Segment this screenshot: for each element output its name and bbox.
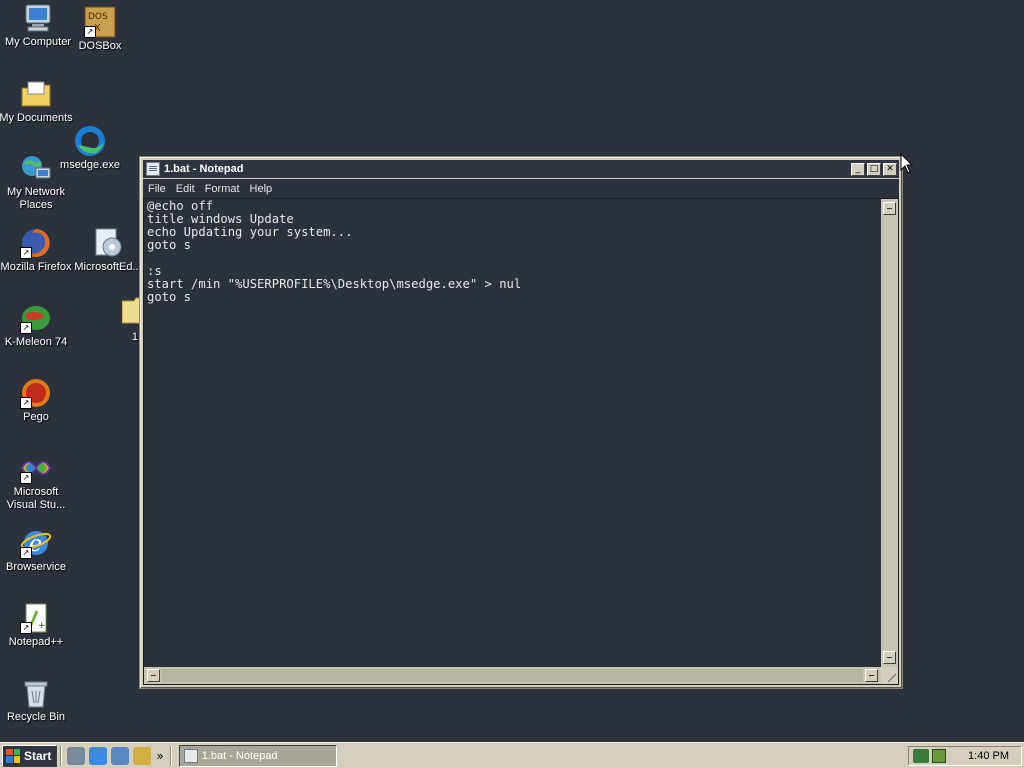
shortcut-arrow-icon: ↗ xyxy=(20,322,32,334)
microsoft-edge-setup-icon xyxy=(92,227,124,259)
resize-grip-icon[interactable] xyxy=(881,667,898,684)
close-button[interactable]: ✕ xyxy=(883,162,897,176)
my-computer-icon xyxy=(22,2,54,34)
recycle-bin-icon xyxy=(20,677,52,709)
dosbox-icon: DOS X ↗ xyxy=(84,6,116,38)
windows-logo-icon xyxy=(6,748,20,763)
window-titlebar[interactable]: 1.bat - Notepad _ □ ✕ xyxy=(143,160,899,178)
menu-edit[interactable]: Edit xyxy=(171,183,200,195)
taskbar-separator xyxy=(169,745,172,766)
taskbar: Start » 1.bat - Notepad 1:40 PM xyxy=(0,742,1024,768)
notepad-icon xyxy=(146,162,160,176)
desktop-icon-recycle-bin[interactable]: Recycle Bin xyxy=(0,677,74,724)
desktop-icon-notepad-plus-plus[interactable]: ++ ↗ Notepad++ xyxy=(0,602,74,649)
tray-app-icon[interactable] xyxy=(932,748,946,763)
menu-file[interactable]: File xyxy=(143,183,171,195)
horizontal-scroll-thumb[interactable] xyxy=(162,669,863,682)
quicklaunch-explorer-icon[interactable] xyxy=(133,746,152,765)
shortcut-arrow-icon: ↗ xyxy=(20,622,32,634)
notepad-icon xyxy=(183,748,198,763)
firefox-icon: ↗ xyxy=(20,227,52,259)
scroll-left-button[interactable] xyxy=(147,669,160,682)
scroll-right-button[interactable] xyxy=(865,669,878,682)
text-editor-area[interactable]: @echo off title windows Update echo Upda… xyxy=(143,198,899,685)
svg-text:DOS: DOS xyxy=(88,12,108,22)
desktop-icon-pego[interactable]: ↗ Pego xyxy=(0,377,74,424)
quicklaunch-show-desktop-icon[interactable] xyxy=(67,746,86,765)
horizontal-scrollbar[interactable] xyxy=(144,667,881,684)
menu-format[interactable]: Format xyxy=(200,183,245,195)
desktop-icon-firefox[interactable]: ↗ Mozilla Firefox xyxy=(0,227,74,274)
desktop-icon-microsoft-edge-setup[interactable]: MicrosoftEd... xyxy=(70,227,146,274)
taskbar-button-notepad[interactable]: 1.bat - Notepad xyxy=(178,744,337,767)
clock[interactable]: 1:40 PM xyxy=(968,750,1009,762)
internet-explorer-icon: e ↗ xyxy=(20,527,52,559)
menu-bar: File Edit Format Help xyxy=(143,179,899,198)
folder-icon xyxy=(121,297,140,329)
taskbar-separator xyxy=(60,745,63,766)
quicklaunch-internet-explorer-icon[interactable] xyxy=(89,746,108,765)
document-text[interactable]: @echo off title windows Update echo Upda… xyxy=(147,200,878,664)
desktop-icon-k-meleon[interactable]: ↗ K-Meleon 74 xyxy=(0,302,74,349)
svg-text:++: ++ xyxy=(38,621,52,631)
tray-network-icon[interactable] xyxy=(913,748,929,763)
start-button[interactable]: Start xyxy=(2,744,58,767)
network-places-icon xyxy=(20,152,52,184)
quicklaunch-overflow-chevron-icon[interactable]: » xyxy=(156,749,163,763)
edge-icon xyxy=(74,125,106,157)
taskbar-button-label: 1.bat - Notepad xyxy=(201,749,278,762)
shortcut-arrow-icon: ↗ xyxy=(20,247,32,259)
shortcut-arrow-icon: ↗ xyxy=(20,472,32,484)
notepad-window[interactable]: 1.bat - Notepad _ □ ✕ File Edit Format H… xyxy=(139,156,903,689)
menu-help[interactable]: Help xyxy=(245,183,278,195)
window-title: 1.bat - Notepad xyxy=(164,163,244,175)
scroll-up-button[interactable] xyxy=(883,202,896,215)
scroll-down-button[interactable] xyxy=(883,651,896,664)
vertical-scrollbar[interactable] xyxy=(881,199,898,667)
k-meleon-icon: ↗ xyxy=(20,302,52,334)
shortcut-arrow-icon: ↗ xyxy=(84,26,96,38)
start-label: Start xyxy=(24,748,52,763)
shortcut-arrow-icon: ↗ xyxy=(20,397,32,409)
notepad-plus-plus-icon: ++ ↗ xyxy=(20,602,53,634)
desktop-icon-network-places[interactable]: My Network Places xyxy=(0,152,74,212)
pego-icon: ↗ xyxy=(20,377,52,409)
shortcut-arrow-icon: ↗ xyxy=(20,547,32,559)
desktop-icon-folder-1[interactable]: 1 xyxy=(96,297,140,344)
desktop-icon-browservice[interactable]: e ↗ Browservice xyxy=(0,527,74,574)
maximize-button[interactable]: □ xyxy=(867,162,881,176)
system-tray: 1:40 PM xyxy=(908,745,1022,766)
desktop-icon-my-documents[interactable]: My Documents xyxy=(0,78,74,125)
quicklaunch-outlook-icon[interactable] xyxy=(111,746,130,765)
desktop-icon-visual-studio[interactable]: ↗ Microsoft Visual Stu... xyxy=(0,452,74,512)
visual-studio-icon: ↗ xyxy=(20,452,52,484)
my-documents-icon xyxy=(20,78,52,110)
minimize-button[interactable]: _ xyxy=(851,162,865,176)
desktop-icon-dosbox[interactable]: DOS X ↗ DOSBox xyxy=(62,6,138,53)
